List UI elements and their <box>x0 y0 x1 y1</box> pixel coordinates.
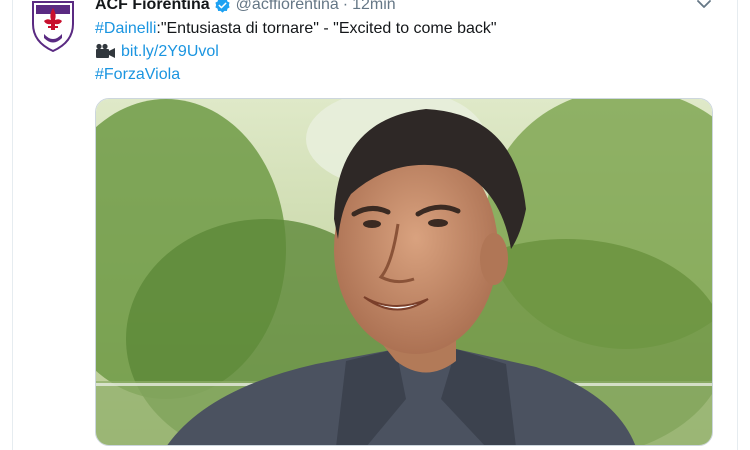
author-handle[interactable]: @acffiorentina <box>236 0 339 14</box>
short-link[interactable]: bit.ly/2Y9Uvol <box>121 43 219 60</box>
hashtag-dainelli[interactable]: #Dainelli <box>95 20 156 37</box>
tweet-timestamp[interactable]: 12min <box>352 0 396 14</box>
tweet-text: :"Entusiasta di tornare" - "Excited to c… <box>156 20 497 37</box>
movie-camera-icon <box>96 43 115 58</box>
verified-badge-icon <box>215 0 230 13</box>
card-border-right <box>737 0 738 450</box>
card-border-left <box>12 0 13 450</box>
fiorentina-crest-icon[interactable] <box>30 0 76 53</box>
hashtag-forzaviola[interactable]: #ForzaViola <box>95 66 180 83</box>
tweet-media-photo[interactable] <box>95 98 713 446</box>
author-name[interactable]: ACF Fiorentina <box>95 0 210 14</box>
separator-dot: · <box>342 0 349 13</box>
photo-illustration <box>96 99 712 445</box>
tweet-text-line-2: bit.ly/2Y9Uvol <box>95 43 219 61</box>
tweet-text-line-1: #Dainelli:"Entusiasta di tornare" - "Exc… <box>95 20 497 38</box>
tweet-text-line-3: #ForzaViola <box>95 66 180 84</box>
chevron-down-icon[interactable] <box>695 0 713 11</box>
tweet-header: ACF Fiorentina @acffiorentina · 12min <box>95 0 396 16</box>
